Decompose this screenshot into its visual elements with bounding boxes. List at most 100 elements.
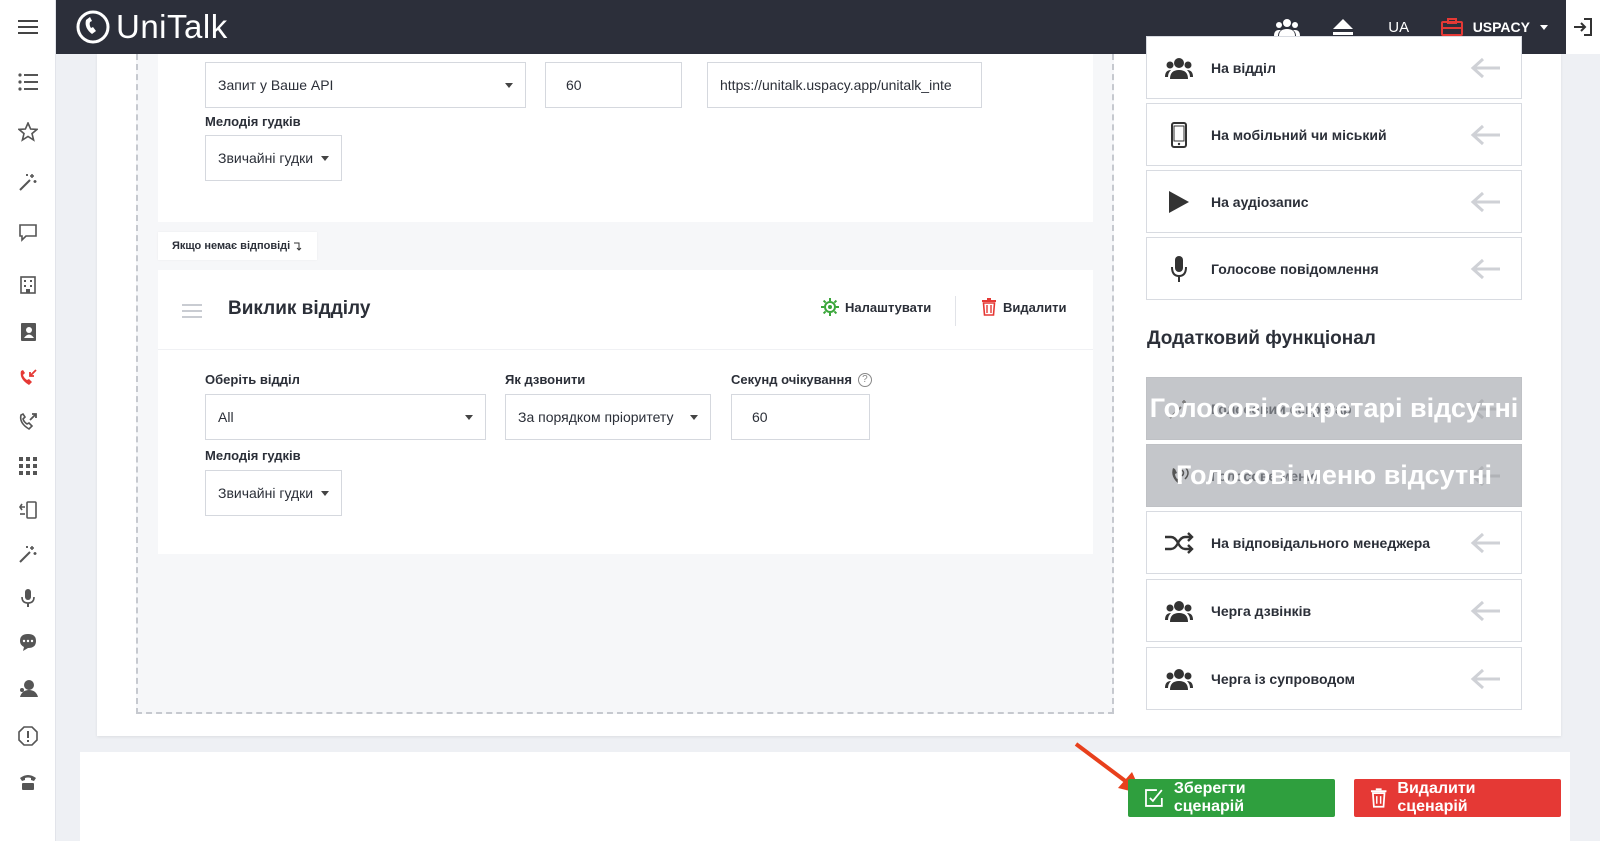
delete-block-label: Видалити	[1003, 299, 1067, 315]
wait-seconds-label-text: Секунд очікування	[731, 372, 852, 387]
sidebar-messages-button[interactable]	[14, 628, 42, 656]
melody-select[interactable]: Звичайні гудки	[205, 470, 342, 516]
speech-bubble-icon	[20, 634, 36, 651]
left-sidebar	[0, 54, 56, 841]
hamburger-icon	[17, 20, 38, 34]
building-icon	[20, 276, 36, 294]
action-label: На мобільний чи міський	[1211, 126, 1387, 143]
department-select[interactable]: All	[205, 394, 486, 440]
api-url-input[interactable]: https://unitalk.uspacy.app/unitalk_inte	[707, 62, 982, 108]
action-label: На відділ	[1211, 59, 1276, 76]
sidebar-chat-button[interactable]	[14, 218, 42, 246]
logout-button[interactable]	[1566, 0, 1600, 54]
sidebar-alerts-button[interactable]	[14, 722, 42, 750]
melody-select-value: Звичайні гудки	[218, 485, 314, 501]
wait-seconds-input[interactable]: 60	[731, 394, 870, 440]
trash-icon	[1370, 788, 1387, 808]
sidebar-records-button[interactable]	[14, 584, 42, 612]
briefcase-icon	[1440, 18, 1463, 36]
drag-handle[interactable]	[182, 304, 202, 322]
brand-name: UniTalk	[116, 8, 228, 45]
sidebar-operators-button[interactable]	[14, 674, 42, 702]
api-request-select-value: Запит у Ваше API	[218, 77, 334, 93]
action-label: Голосове повідомлення	[1211, 260, 1379, 277]
chevron-down-icon	[321, 491, 329, 496]
configure-label: Налаштувати	[845, 299, 932, 315]
action-label: Черга дзвінків	[1211, 602, 1312, 619]
chevron-down-icon	[1540, 24, 1548, 30]
sidebar-contacts-button[interactable]	[14, 318, 42, 346]
department-select-value: All	[218, 409, 234, 425]
sidebar-apps-button[interactable]	[14, 452, 42, 480]
unavailable-overlay-text: Голосові меню відсутні	[1176, 460, 1492, 490]
melody-select[interactable]: Звичайні гудки	[205, 135, 342, 181]
eject-icon	[1332, 19, 1353, 35]
checkbox-edit-icon	[1145, 789, 1163, 807]
sidebar-favorites-button[interactable]	[14, 118, 42, 146]
company-switcher[interactable]: USPACY	[1427, 18, 1566, 36]
unavailable-overlay-text: Голосові секретарі відсутні	[1149, 393, 1519, 423]
save-scenario-label: Зберегти сценарій	[1173, 780, 1246, 815]
action-to-department[interactable]: На відділ	[1146, 36, 1522, 99]
wait-seconds-input-value: 60	[752, 409, 768, 425]
company-name: USPACY	[1472, 19, 1530, 35]
api-request-select[interactable]: Запит у Ваше API	[205, 62, 526, 108]
configure-button[interactable]: Налаштувати	[821, 298, 931, 316]
delete-scenario-button[interactable]: Видалити сценарій	[1354, 779, 1561, 817]
melody-label: Мелодія гудків	[205, 114, 301, 129]
action-queue-with-escort[interactable]: Черга із супроводом	[1146, 647, 1522, 710]
sidebar-list-button[interactable]	[14, 68, 42, 96]
group-icon	[1273, 19, 1300, 36]
melody-label: Мелодія гудків	[205, 448, 301, 463]
help-icon[interactable]: ?	[857, 372, 872, 387]
block-title: Виклик відділу	[228, 298, 371, 319]
microphone-icon	[21, 589, 35, 607]
incoming-call-icon	[20, 369, 37, 385]
sidebar-scenarios-button[interactable]	[14, 540, 42, 568]
action-call-queue[interactable]: Черга дзвінків	[1146, 579, 1522, 642]
action-voicemail[interactable]: Голосове повідомлення	[1146, 237, 1522, 300]
arrow-left-icon	[1451, 532, 1521, 554]
header-divider	[955, 296, 956, 326]
delete-block-button[interactable]: Видалити	[981, 298, 1066, 316]
no-answer-text: Якщо немає відповіді	[172, 240, 291, 252]
chevron-down-icon	[465, 415, 473, 420]
sidebar-routing-button[interactable]	[14, 496, 42, 524]
magic-wand-icon	[19, 546, 37, 563]
save-scenario-button[interactable]: Зберегти сценарій	[1128, 779, 1335, 817]
call-strategy-select[interactable]: За порядком пріоритету	[505, 394, 711, 440]
api-request-block: Запит у Ваше API 60 https://unitalk.uspa…	[158, 54, 1093, 222]
list-icon	[18, 73, 38, 91]
bottom-action-bar	[80, 752, 1570, 841]
language-switcher[interactable]: UA	[1371, 19, 1427, 36]
no-answer-branch-label: Якщо немає відповіді	[158, 232, 318, 260]
department-call-header: Виклик відділу Налаштувати Видалити	[158, 270, 1093, 350]
arrow-left-icon	[1451, 258, 1521, 280]
play-icon	[1147, 190, 1211, 214]
arrow-left-icon	[1451, 600, 1521, 622]
mobile-icon	[1147, 121, 1211, 148]
unitalk-logo[interactable]: UniTalk	[74, 8, 228, 46]
hamburger-menu-button[interactable]	[0, 0, 56, 54]
chevron-down-icon	[690, 415, 698, 420]
action-voice-menu: Голосове меню Голосові меню відсутні	[1146, 444, 1522, 507]
operator-icon	[20, 680, 38, 697]
delete-scenario-label: Видалити сценарій	[1397, 780, 1476, 815]
action-to-audio[interactable]: На аудіозапис	[1146, 170, 1522, 233]
sidebar-telephony-button[interactable]	[14, 768, 42, 796]
sidebar-company-button[interactable]	[14, 270, 42, 298]
magic-wand-icon	[19, 174, 37, 191]
sidebar-outgoing-calls-button[interactable]	[14, 408, 42, 436]
melody-select-value: Звичайні гудки	[218, 150, 314, 166]
warning-octagon-icon	[18, 726, 38, 746]
action-responsible-manager[interactable]: На відповідального менеджера	[1146, 511, 1522, 574]
logo-mark-icon	[76, 10, 110, 44]
arrow-left-icon	[1451, 57, 1521, 79]
microphone-icon	[1147, 255, 1211, 283]
sidebar-incoming-calls-button[interactable]	[14, 364, 42, 392]
group-icon	[1147, 600, 1211, 622]
sidebar-magic-button[interactable]	[14, 168, 42, 196]
timeout-input[interactable]: 60	[545, 62, 682, 108]
action-to-mobile[interactable]: На мобільний чи міський	[1146, 103, 1522, 166]
chevron-down-icon	[321, 156, 329, 161]
